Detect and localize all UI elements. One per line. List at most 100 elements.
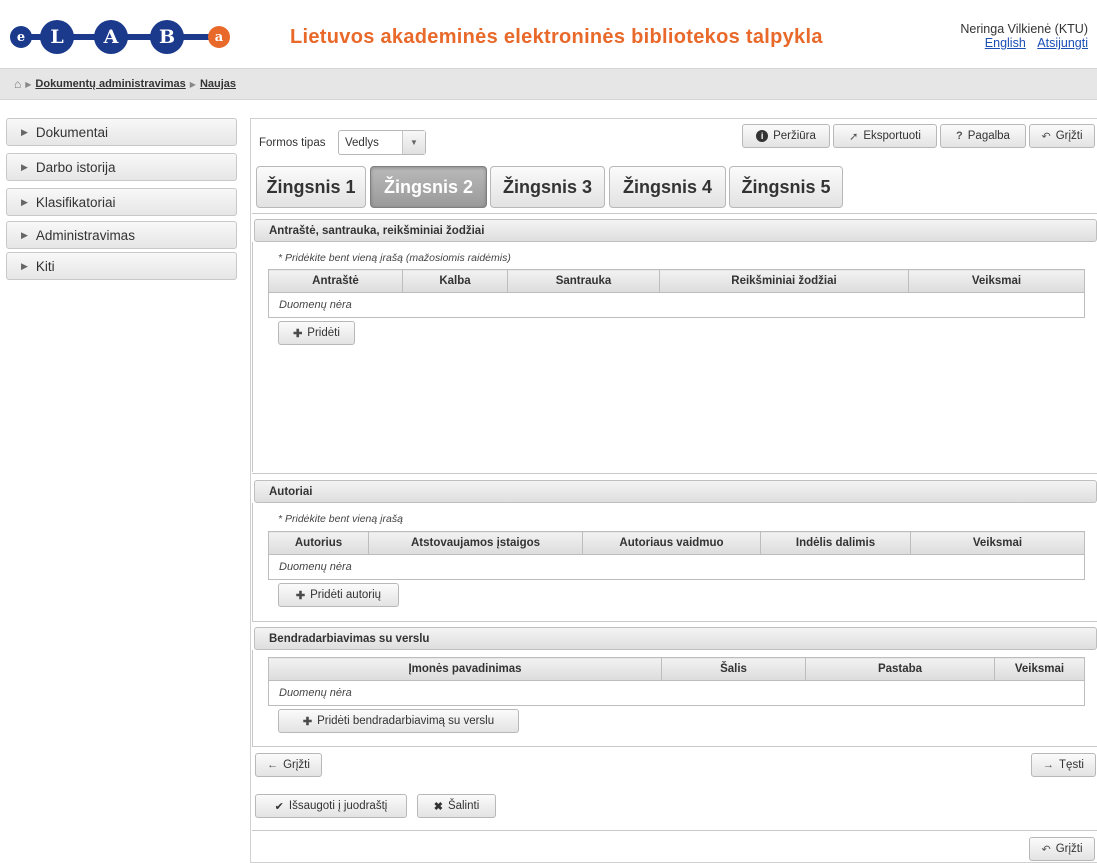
form-type-label: Formos tipas	[259, 137, 326, 149]
export-arrow-icon: ➚	[849, 130, 859, 143]
tab-step-4[interactable]: Žingsnis 4	[609, 166, 726, 208]
column-header[interactable]: Įmonės pavadinimas	[268, 657, 662, 681]
add-label: Pridėti autorių	[310, 589, 382, 601]
section-header-business: Bendradarbiavimas su verslu	[254, 627, 1097, 650]
column-header[interactable]: Šalis	[661, 657, 806, 681]
logo-letter-l: L	[40, 20, 74, 54]
back-label: Grįžti	[1055, 130, 1083, 142]
close-icon: ✖	[433, 800, 443, 813]
sidebar-item-label: Darbo istorija	[35, 159, 116, 175]
section-header-authors: Autoriai	[254, 480, 1097, 503]
checkmark-icon: ✔	[274, 800, 284, 813]
sidebar-item-label: Administravimas	[35, 227, 135, 243]
divider	[252, 830, 1097, 831]
arrow-right-icon: →	[1043, 759, 1055, 771]
breadcrumb-separator-icon: ▶	[189, 79, 196, 89]
business-table: Įmonės pavadinimas Šalis Pastaba Veiksma…	[268, 657, 1085, 706]
add-business-button[interactable]: ✚ Pridėti bendradarbiavimą su verslu	[278, 709, 519, 733]
back-arrow-icon: ↶	[1041, 843, 1051, 856]
tab-step-5[interactable]: Žingsnis 5	[729, 166, 843, 208]
column-header[interactable]: Autoriaus vaidmuo	[582, 531, 761, 555]
column-header[interactable]: Atstovaujamos įstaigos	[368, 531, 583, 555]
chevron-down-icon[interactable]: ▼	[402, 131, 425, 154]
table-row: Duomenų nėra	[268, 292, 1085, 318]
help-button[interactable]: ? Pagalba	[940, 124, 1026, 148]
app-header: e L A B a Lietuvos akademinės elektronin…	[0, 0, 1097, 64]
logo-letter-a: A	[94, 20, 128, 54]
site-title: Lietuvos akademinės elektroninės bibliot…	[290, 26, 823, 48]
column-header[interactable]: Antraštė	[268, 269, 403, 293]
logo-letter-b: B	[150, 20, 184, 54]
titles-hint: * Pridėkite bent vieną įrašą (mažosiomis…	[278, 252, 511, 264]
sidebar-item-classifiers[interactable]: ▶ Klasifikatoriai	[6, 188, 237, 216]
column-header[interactable]: Pastaba	[805, 657, 995, 681]
divider	[252, 746, 1097, 747]
sidebar-item-work-history[interactable]: ▶ Darbo istorija	[6, 153, 237, 181]
column-header: Veiksmai	[910, 531, 1085, 555]
add-author-button[interactable]: ✚ Pridėti autorių	[278, 583, 399, 607]
table-row: Duomenų nėra	[268, 680, 1085, 706]
back-button-bottom[interactable]: ↶ Grįžti	[1029, 837, 1095, 861]
column-header[interactable]: Kalba	[402, 269, 508, 293]
sidebar-item-other[interactable]: ▶ Kiti	[6, 252, 237, 280]
back-button-top[interactable]: ↶ Grįžti	[1029, 124, 1095, 148]
column-header: Veiksmai	[908, 269, 1085, 293]
save-draft-label: Išsaugoti į juodraštį	[288, 800, 388, 812]
sidebar-item-documents[interactable]: ▶ Dokumentai	[6, 118, 237, 146]
logo-letter-a-small: a	[208, 26, 230, 48]
save-draft-button[interactable]: ✔ Išsaugoti į juodraštį	[255, 794, 407, 818]
divider	[252, 213, 1097, 214]
sidebar-item-administration[interactable]: ▶ Administravimas	[6, 221, 237, 249]
arrow-left-icon: ←	[267, 759, 279, 771]
add-label: Pridėti bendradarbiavimą su verslu	[317, 715, 495, 727]
column-header[interactable]: Autorius	[268, 531, 369, 555]
language-english-link[interactable]: English	[985, 36, 1026, 50]
divider	[252, 473, 1097, 474]
back-arrow-icon: ↶	[1041, 130, 1051, 143]
column-header[interactable]: Santrauka	[507, 269, 660, 293]
preview-button[interactable]: i Peržiūra	[742, 124, 830, 148]
authors-hint: * Pridėkite bent vieną įrašą	[278, 513, 403, 525]
elaba-logo[interactable]: e L A B a	[10, 20, 238, 54]
logout-link[interactable]: Atsijungti	[1037, 36, 1088, 50]
table-row: Duomenų nėra	[268, 554, 1085, 580]
caret-right-icon: ▶	[21, 229, 28, 240]
column-header[interactable]: Indėlis dalimis	[760, 531, 911, 555]
sidebar-item-label: Dokumentai	[35, 124, 108, 140]
add-title-button[interactable]: ✚ Pridėti	[278, 321, 355, 345]
add-label: Pridėti	[307, 327, 340, 339]
breadcrumb-new[interactable]: Naujas	[200, 78, 236, 90]
tab-step-1[interactable]: Žingsnis 1	[256, 166, 366, 208]
divider	[252, 621, 1097, 622]
tab-step-2[interactable]: Žingsnis 2	[370, 166, 487, 208]
delete-button[interactable]: ✖ Šalinti	[417, 794, 496, 818]
table-header-row: Įmonės pavadinimas Šalis Pastaba Veiksma…	[268, 657, 1085, 681]
column-header[interactable]: Reikšminiai žodžiai	[659, 269, 909, 293]
caret-right-icon: ▶	[21, 196, 28, 207]
back-step-button[interactable]: ← Grįžti	[255, 753, 322, 777]
table-header-row: Autorius Atstovaujamos įstaigos Autoriau…	[268, 531, 1085, 555]
info-icon: i	[756, 130, 769, 142]
sidebar-item-label: Klasifikatoriai	[35, 194, 116, 210]
next-step-label: Tęsti	[1059, 759, 1084, 771]
export-label: Eksportuoti	[863, 130, 921, 142]
caret-right-icon: ▶	[21, 260, 28, 271]
user-box: Neringa Vilkienė (KTU) English Atsijungt…	[960, 22, 1088, 50]
plus-icon: ✚	[295, 589, 306, 602]
back-step-label: Grįžti	[283, 759, 310, 771]
help-label: Pagalba	[967, 130, 1010, 142]
plus-icon: ✚	[293, 327, 303, 340]
delete-label: Šalinti	[447, 800, 480, 812]
export-button[interactable]: ➚ Eksportuoti	[833, 124, 937, 148]
tab-step-3[interactable]: Žingsnis 3	[490, 166, 605, 208]
authors-table: Autorius Atstovaujamos įstaigos Autoriau…	[268, 531, 1085, 580]
column-header: Veiksmai	[994, 657, 1085, 681]
plus-icon: ✚	[302, 715, 313, 728]
titles-table: Antraštė Kalba Santrauka Reikšminiai žod…	[268, 269, 1085, 318]
breadcrumb-documents-admin[interactable]: Dokumentų administravimas	[35, 78, 185, 90]
breadcrumb: ⌂ ▶ Dokumentų administravimas ▶ Naujas	[0, 68, 1097, 100]
form-type-select[interactable]: Vedlys ▼	[338, 130, 426, 155]
sidebar-item-label: Kiti	[35, 258, 55, 274]
home-icon[interactable]: ⌂	[14, 77, 21, 91]
next-step-button[interactable]: → Tęsti	[1031, 753, 1096, 777]
